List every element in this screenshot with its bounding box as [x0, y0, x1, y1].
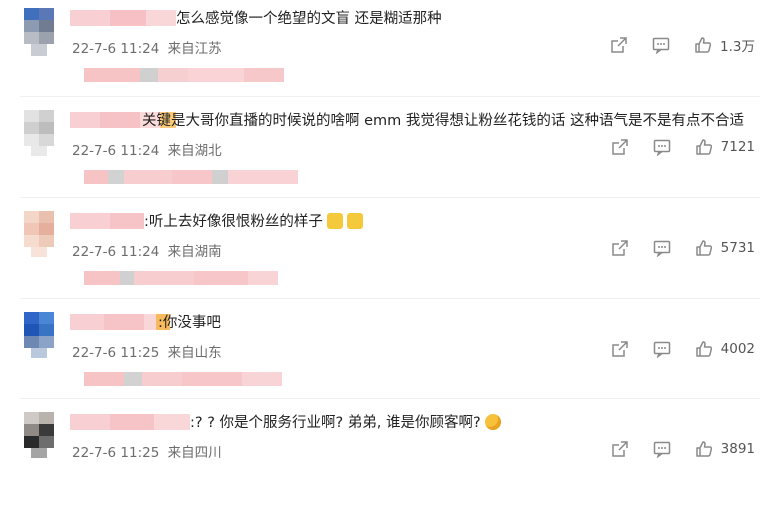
comment-time: 22-7-6 11:25 [72, 445, 160, 461]
comment-item: 怎么感觉像一个绝望的文盲 还是糊适那种 22-7-6 11:24 来自江苏 1.… [0, 4, 777, 104]
comment-actions: 3891 [611, 438, 755, 460]
comment-text: 怎么感觉像一个绝望的文盲 还是糊适那种 [176, 11, 442, 27]
like-count: 3891 [720, 441, 755, 457]
comment-time: 22-7-6 11:25 [72, 345, 160, 361]
share-icon[interactable] [610, 36, 628, 54]
comment-icon[interactable] [653, 138, 671, 156]
comment-text: 关键是大哥你直播的时候说的啥啊 emm 我觉得想让粉丝花钱的话 这种语气是不是有… [142, 113, 744, 129]
avatar[interactable] [24, 312, 54, 360]
avatar[interactable] [24, 110, 54, 158]
comment-location: 来自江苏 [167, 41, 222, 57]
divider [20, 96, 760, 97]
comment-icon[interactable] [652, 36, 670, 54]
avatar[interactable] [24, 8, 54, 56]
share-icon[interactable] [611, 340, 629, 358]
like-count: 4002 [720, 341, 755, 357]
comment-meta: 22-7-6 11:25 来自四川 [72, 441, 222, 461]
comment-actions: 5731 [611, 237, 755, 259]
divider [20, 298, 760, 299]
comment-item: 关键是大哥你直播的时候说的啥啊 emm 我觉得想让粉丝花钱的话 这种语气是不是有… [0, 106, 777, 206]
square-face-emoji [346, 213, 363, 229]
share-icon[interactable] [611, 138, 629, 156]
comment-text: :? ? 你是个服务行业啊? 弟弟, 谁是你顾客啊? [190, 414, 501, 432]
comment-actions: 1.3万 [610, 34, 755, 56]
like-count: 1.3万 [720, 39, 755, 55]
thumbs-up-icon[interactable] [695, 239, 713, 257]
comment-icon[interactable] [653, 440, 671, 458]
like-count: 5731 [720, 240, 755, 256]
divider [20, 398, 760, 399]
thumbs-up-icon[interactable] [694, 36, 712, 54]
comment-meta: 22-7-6 11:24 来自湖北 [72, 139, 222, 159]
thumbs-up-icon[interactable] [695, 340, 713, 358]
comment-icon[interactable] [653, 340, 671, 358]
thumbs-up-icon[interactable] [695, 440, 713, 458]
square-face-emoji [326, 213, 343, 229]
comment-meta: 22-7-6 11:24 来自湖南 [72, 240, 222, 260]
comment-item: :你没事吧 22-7-6 11:25 来自山东 4002 [0, 308, 777, 408]
comment-location: 来自湖北 [167, 143, 222, 159]
comment-time: 22-7-6 11:24 [72, 143, 160, 159]
comment-location: 来自山东 [167, 345, 222, 361]
comment-actions: 4002 [611, 338, 755, 360]
share-icon[interactable] [611, 239, 629, 257]
comment-location: 来自四川 [167, 445, 222, 461]
comment-time: 22-7-6 11:24 [72, 244, 160, 260]
comment-actions: 7121 [611, 136, 755, 158]
comment-item: :听上去好像很恨粉丝的样子 22-7-6 11:24 来自湖南 5731 [0, 207, 777, 307]
thumbs-up-icon[interactable] [695, 138, 713, 156]
comment-location: 来自湖南 [167, 244, 222, 260]
comment-meta: 22-7-6 11:24 来自江苏 [72, 37, 222, 57]
like-count: 7121 [720, 139, 755, 155]
comment-text: :听上去好像很恨粉丝的样子 [144, 213, 363, 231]
avatar[interactable] [24, 412, 54, 460]
share-icon[interactable] [611, 440, 629, 458]
comment-meta: 22-7-6 11:25 来自山东 [72, 341, 222, 361]
divider [20, 197, 760, 198]
comment-time: 22-7-6 11:24 [72, 41, 160, 57]
thinking-emoji [484, 414, 501, 430]
comment-item: :? ? 你是个服务行业啊? 弟弟, 谁是你顾客啊? 22-7-6 11:25 … [0, 408, 777, 508]
comment-text: :你没事吧 [158, 315, 221, 331]
avatar[interactable] [24, 211, 54, 259]
comment-icon[interactable] [653, 239, 671, 257]
